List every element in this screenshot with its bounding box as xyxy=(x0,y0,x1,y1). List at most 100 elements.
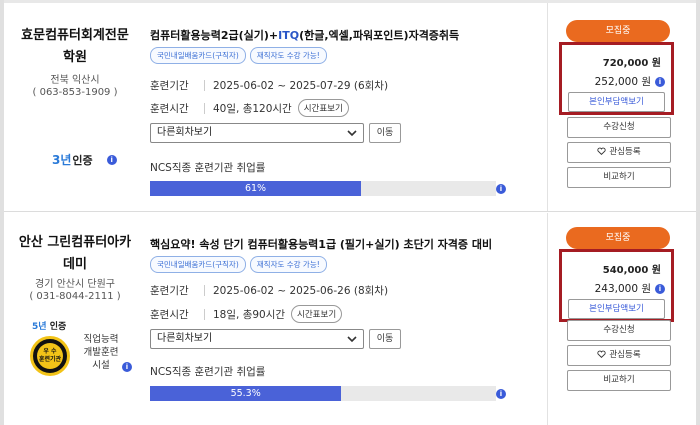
seal-caption: 직업능력 개발훈련 시설 xyxy=(76,333,126,372)
org-phone: ( 031-8044-2111 ) xyxy=(29,291,121,302)
seal-caption-line: 개발훈련 xyxy=(83,347,119,358)
session-select-value: 다른회차보기 xyxy=(157,127,213,138)
wishlist-label: 관심등록 xyxy=(609,350,641,360)
tuition-price: 720,000 원 xyxy=(602,58,661,69)
wishlist-label: 관심등록 xyxy=(609,147,641,157)
info-icon[interactable]: i xyxy=(496,389,506,399)
excellent-institution-seal: 우 수 훈련기관 xyxy=(30,336,70,376)
employment-rate-text: 55.3% xyxy=(230,388,261,399)
divider xyxy=(204,80,205,91)
employment-rate-fill: 61% xyxy=(150,181,362,196)
self-pay-value: 252,000 원 xyxy=(594,76,651,88)
seal-text-top: 우 수 xyxy=(43,348,57,355)
apply-button[interactable]: 수강신청 xyxy=(567,320,671,341)
timetable-button[interactable]: 시간표보기 xyxy=(297,99,349,117)
org-name-cont[interactable]: 학원 xyxy=(10,47,140,69)
self-pay-value: 243,000 원 xyxy=(594,283,651,295)
session-select[interactable]: 다른회차보기 xyxy=(150,123,364,143)
session-select[interactable]: 다른회차보기 xyxy=(150,329,364,349)
self-pay-button[interactable]: 본인부담액보기 xyxy=(568,92,665,112)
timetable-button[interactable]: 시간표보기 xyxy=(291,305,343,323)
recruiting-badge: 모집중 xyxy=(566,20,670,42)
employment-rate-fill: 55.3% xyxy=(150,386,342,401)
seal-center: 우 수 훈련기관 xyxy=(37,343,63,369)
self-pay-price: 252,000 원 i xyxy=(595,74,665,89)
employment-rate-label: NCS직종 훈련기관 취업률 xyxy=(150,162,266,174)
course-card-2: 안산 그린컴퓨터아카 데미 경기 안산시 단원구 ( 031-8044-2111… xyxy=(4,213,696,425)
org-phone: ( 063-853-1909 ) xyxy=(32,87,118,98)
info-icon[interactable]: i xyxy=(655,76,665,87)
period-value: 2025-06-02 ~ 2025-06-26 (8회차) xyxy=(213,285,389,297)
employment-rate-text: 61% xyxy=(244,183,267,194)
compare-button[interactable]: 비교하기 xyxy=(567,167,671,188)
enroll-panel: 모집중 540,000 원 243,000 원 i 본인부담액보기 수강신청 관… xyxy=(550,213,696,425)
period-label: 훈련기간 xyxy=(150,80,189,92)
org-region: 전북 익산시 xyxy=(50,75,100,86)
training-hours-row: 훈련시간 40일, 총120시간 시간표보기 xyxy=(150,99,349,117)
compare-button[interactable]: 비교하기 xyxy=(567,370,671,391)
wishlist-button[interactable]: 관심등록 xyxy=(567,345,671,366)
course-title-highlight: ITQ xyxy=(278,29,300,42)
tag-employed: 재직자도 수강 가능! xyxy=(249,47,327,64)
tag-card: 국민내일배움카드(구직자) xyxy=(150,256,246,273)
employment-rate-bar: 61% xyxy=(150,181,496,196)
cert-label: 인증 xyxy=(49,322,67,332)
price-highlight-box: 720,000 원 252,000 원 i 본인부담액보기 xyxy=(559,42,674,115)
training-period-row: 훈련기간 2025-06-02 ~ 2025-06-26 (8회차) xyxy=(150,283,388,298)
price-highlight-box: 540,000 원 243,000 원 i 본인부담액보기 xyxy=(559,249,674,322)
hours-label: 훈련시간 xyxy=(150,102,189,115)
org-info: 안산 그린컴퓨터아카 데미 경기 안산시 단원구 ( 031-8044-2111… xyxy=(4,213,140,425)
cert-label: 인증 xyxy=(72,153,93,167)
org-info: 효문컴퓨터회계전문 학원 전북 익산시 ( 063-853-1909 ) 3년 … xyxy=(4,3,140,211)
apply-button[interactable]: 수강신청 xyxy=(567,117,671,138)
course-card-1: 효문컴퓨터회계전문 학원 전북 익산시 ( 063-853-1909 ) 3년 … xyxy=(4,3,696,212)
cert-years: 5년 xyxy=(32,322,47,332)
course-title[interactable]: 핵심요약! 속성 단기 컴퓨터활용능력1급 (필기+실기) 초단기 자격증 대비 xyxy=(150,236,492,252)
self-pay-button[interactable]: 본인부담액보기 xyxy=(568,299,665,319)
go-button[interactable]: 이동 xyxy=(369,123,401,143)
course-title-part: (한글,엑셀,파워포인트)자격증취득 xyxy=(299,29,460,42)
wishlist-button[interactable]: 관심등록 xyxy=(567,142,671,163)
hours-value: 40일, 총120시간 xyxy=(213,102,292,115)
recruiting-badge: 모집중 xyxy=(566,227,670,249)
org-name[interactable]: 안산 그린컴퓨터아카 xyxy=(10,232,140,254)
course-tags: 국민내일배움카드(구직자) 재직자도 수강 가능! xyxy=(150,256,327,273)
info-icon[interactable]: i xyxy=(655,283,665,294)
cert-years: 3년 xyxy=(52,153,72,167)
seal-caption-line: 시설 xyxy=(92,360,110,371)
right-scroll-edge xyxy=(696,0,700,425)
self-pay-price: 243,000 원 i xyxy=(595,281,665,296)
employment-rate-bar: 55.3% xyxy=(150,386,496,401)
info-icon[interactable]: i xyxy=(496,184,506,194)
cert-badge: 3년 인증 i xyxy=(52,151,117,168)
heart-icon xyxy=(597,350,606,358)
cert-badge: 5년 인증 xyxy=(32,319,66,332)
divider xyxy=(204,102,205,114)
info-icon[interactable]: i xyxy=(122,362,132,372)
chevron-down-icon xyxy=(347,336,357,343)
org-name[interactable]: 효문컴퓨터회계전문 xyxy=(10,25,140,47)
tuition-price: 540,000 원 xyxy=(602,265,661,276)
period-label: 훈련기간 xyxy=(150,285,189,297)
employment-rate-label: NCS직종 훈련기관 취업률 xyxy=(150,366,266,378)
tag-employed: 재직자도 수강 가능! xyxy=(249,256,327,273)
session-select-value: 다른회차보기 xyxy=(157,333,213,344)
hours-label: 훈련시간 xyxy=(150,308,189,321)
hours-value: 18일, 총90시간 xyxy=(213,308,286,321)
divider xyxy=(204,285,205,296)
period-value: 2025-06-02 ~ 2025-07-29 (6회차) xyxy=(213,80,389,92)
seal-caption-line: 직업능력 xyxy=(83,334,119,345)
training-hours-row: 훈련시간 18일, 총90시간 시간표보기 xyxy=(150,305,343,323)
seal-text-bottom: 훈련기관 xyxy=(38,356,62,363)
go-button[interactable]: 이동 xyxy=(369,329,401,349)
course-tags: 국민내일배움카드(구직자) 재직자도 수강 가능! xyxy=(150,47,327,64)
divider xyxy=(204,308,205,320)
course-title-part: 컴퓨터활용능력2급(실기)+ xyxy=(150,29,279,42)
chevron-down-icon xyxy=(347,130,357,137)
enroll-panel: 모집중 720,000 원 252,000 원 i 본인부담액보기 수강신청 관… xyxy=(550,3,696,211)
org-name-cont[interactable]: 데미 xyxy=(10,254,140,276)
info-icon[interactable]: i xyxy=(106,154,117,165)
training-period-row: 훈련기간 2025-06-02 ~ 2025-07-29 (6회차) xyxy=(150,78,388,93)
course-title[interactable]: 컴퓨터활용능력2급(실기)+ITQ(한글,엑셀,파워포인트)자격증취득 xyxy=(150,27,459,43)
course-details: 핵심요약! 속성 단기 컴퓨터활용능력1급 (필기+실기) 초단기 자격증 대비… xyxy=(140,213,548,425)
